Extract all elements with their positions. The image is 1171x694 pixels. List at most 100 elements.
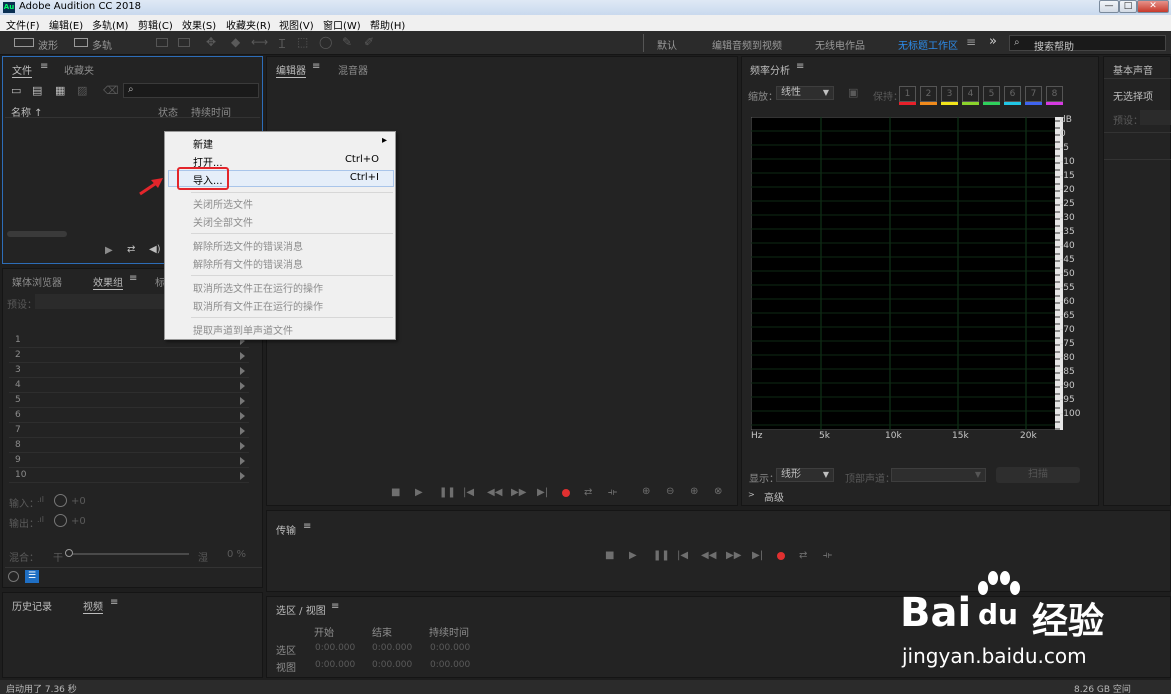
help-search-placeholder[interactable]: 搜索帮助 bbox=[1034, 38, 1074, 53]
menu-item-new[interactable]: 新建 bbox=[193, 136, 213, 151]
spectral-display-icon[interactable] bbox=[156, 38, 168, 47]
display-dropdown[interactable]: 线形 ▼ bbox=[776, 468, 834, 482]
loop-icon[interactable]: ⇄ bbox=[584, 487, 592, 498]
tab-media-browser[interactable]: 媒体浏览器 bbox=[12, 274, 62, 289]
effect-slot[interactable]: 7 bbox=[9, 425, 249, 438]
loop-icon[interactable]: ⇄ bbox=[799, 550, 807, 561]
mix-slider-handle[interactable] bbox=[65, 549, 73, 557]
delete-file-icon[interactable]: ⌫ bbox=[103, 84, 119, 97]
effects-rack-menu-icon[interactable]: ≡ bbox=[129, 273, 137, 284]
menu-view[interactable]: 视图(V) bbox=[279, 17, 314, 32]
record-icon[interactable] bbox=[777, 552, 785, 560]
menu-multitrack[interactable]: 多轨(M) bbox=[92, 17, 128, 32]
hold-channel-6-button[interactable]: 6 bbox=[1004, 86, 1021, 102]
stop-icon[interactable]: ■ bbox=[605, 550, 614, 561]
input-gain-knob[interactable] bbox=[54, 494, 67, 507]
tab-effects-rack[interactable]: 效果组 bbox=[93, 274, 123, 290]
lasso-tool-icon[interactable]: ◯ bbox=[319, 35, 332, 49]
brush-tool-icon[interactable]: ✎ bbox=[342, 35, 352, 49]
selection-start[interactable]: 0:00.000 bbox=[315, 643, 355, 653]
menu-edit[interactable]: 编辑(E) bbox=[49, 17, 83, 32]
fast-forward-icon[interactable]: ▶▶ bbox=[511, 487, 526, 498]
editor-panel-menu-icon[interactable]: ≡ bbox=[312, 61, 320, 72]
play-icon[interactable]: ▶ bbox=[105, 245, 113, 256]
power-icon[interactable] bbox=[8, 571, 19, 582]
lock-icon[interactable]: ▣ bbox=[848, 86, 858, 99]
tab-files[interactable]: 文件 bbox=[12, 62, 32, 78]
transport-panel-menu-icon[interactable]: ≡ bbox=[303, 521, 311, 532]
horizontal-scrollbar[interactable] bbox=[7, 231, 67, 237]
effect-slot[interactable]: 10 bbox=[9, 470, 249, 483]
tab-history[interactable]: 历史记录 bbox=[12, 598, 52, 613]
open-file-icon[interactable]: ▭ bbox=[11, 84, 21, 97]
waveform-button[interactable]: 波形 bbox=[38, 37, 58, 52]
razor-tool-icon[interactable]: ◆ bbox=[231, 35, 240, 49]
effect-slot[interactable]: 3 bbox=[9, 365, 249, 378]
top-channel-dropdown[interactable]: ▼ bbox=[891, 468, 986, 482]
zoom-out-full-icon[interactable]: ⊗ bbox=[714, 486, 722, 497]
new-file-icon[interactable]: ▦ bbox=[55, 84, 65, 97]
hold-channel-1-button[interactable]: 1 bbox=[899, 86, 916, 102]
scale-dropdown[interactable]: 线性 ▼ bbox=[776, 86, 834, 100]
selection-duration[interactable]: 0:00.000 bbox=[430, 643, 470, 653]
menu-clip[interactable]: 剪辑(C) bbox=[138, 17, 173, 32]
selection-panel-menu-icon[interactable]: ≡ bbox=[331, 601, 339, 612]
help-search-box[interactable]: ⌕ 搜索帮助 bbox=[1009, 35, 1166, 53]
move-tool-icon[interactable]: ✥ bbox=[206, 35, 216, 49]
tab-mixer[interactable]: 混音器 bbox=[338, 62, 368, 77]
zoom-in-amplitude-icon[interactable]: ⊕ bbox=[642, 486, 650, 497]
pause-icon[interactable]: ❚❚ bbox=[439, 487, 456, 498]
workspace-radio-production[interactable]: 无线电作品 bbox=[815, 37, 865, 52]
pitch-display-icon[interactable] bbox=[178, 38, 190, 47]
output-gain-knob[interactable] bbox=[54, 514, 67, 527]
tab-favorites[interactable]: 收藏夹 bbox=[64, 62, 94, 77]
view-end[interactable]: 0:00.000 bbox=[372, 660, 412, 670]
minimize-button[interactable]: — bbox=[1099, 0, 1119, 13]
maximize-button[interactable]: □ bbox=[1119, 0, 1137, 13]
hold-channel-3-button[interactable]: 3 bbox=[941, 86, 958, 102]
autoplay-icon[interactable]: ◀) bbox=[149, 244, 161, 255]
effect-slot[interactable]: 9 bbox=[9, 455, 249, 468]
view-start[interactable]: 0:00.000 bbox=[315, 660, 355, 670]
effects-list-icon[interactable]: ☰ bbox=[25, 570, 39, 583]
import-file-icon[interactable]: ▤ bbox=[32, 84, 42, 97]
record-icon[interactable] bbox=[562, 489, 570, 497]
menu-help[interactable]: 帮助(H) bbox=[370, 17, 405, 32]
tab-editor[interactable]: 编辑器 bbox=[276, 62, 306, 78]
files-panel-menu-icon[interactable]: ≡ bbox=[40, 61, 48, 72]
mix-slider-track[interactable] bbox=[67, 553, 189, 555]
workspace-default[interactable]: 默认 bbox=[657, 37, 677, 52]
more-workspaces-icon[interactable]: » bbox=[989, 34, 997, 49]
play-icon[interactable]: ▶ bbox=[415, 487, 423, 498]
skip-to-start-icon[interactable]: |◀ bbox=[677, 550, 688, 561]
zoom-out-amplitude-icon[interactable]: ⊖ bbox=[666, 486, 674, 497]
workspace-edit-audio-to-video[interactable]: 编辑音频到视频 bbox=[712, 37, 782, 52]
hold-channel-4-button[interactable]: 4 bbox=[962, 86, 979, 102]
effect-slot[interactable]: 5 bbox=[9, 395, 249, 408]
hold-channel-5-button[interactable]: 5 bbox=[983, 86, 1000, 102]
selection-end[interactable]: 0:00.000 bbox=[372, 643, 412, 653]
slip-tool-icon[interactable]: ⟷ bbox=[251, 35, 268, 49]
spot-healing-tool-icon[interactable]: ✐ bbox=[364, 35, 374, 49]
loop-icon[interactable]: ⇄ bbox=[127, 244, 135, 255]
video-panel-menu-icon[interactable]: ≡ bbox=[110, 597, 118, 608]
time-selection-tool-icon[interactable]: Ｉ bbox=[276, 35, 288, 52]
scan-button[interactable]: 扫描 bbox=[996, 467, 1080, 483]
effect-slot[interactable]: 4 bbox=[9, 380, 249, 393]
skip-selection-icon[interactable]: ⟛ bbox=[608, 487, 617, 498]
play-icon[interactable]: ▶ bbox=[629, 550, 637, 561]
menu-favorites[interactable]: 收藏夹(R) bbox=[226, 17, 271, 32]
preset-dropdown[interactable] bbox=[1140, 110, 1171, 125]
multitrack-button[interactable]: 多轨 bbox=[92, 37, 112, 52]
effect-slot[interactable]: 2 bbox=[9, 350, 249, 363]
effect-slot[interactable]: 6 bbox=[9, 410, 249, 423]
zoom-in-time-icon[interactable]: ⊕ bbox=[690, 486, 698, 497]
workspace-untitled[interactable]: 无标题工作区 bbox=[898, 37, 958, 52]
skip-to-end-icon[interactable]: ▶| bbox=[537, 487, 548, 498]
workspace-menu-icon[interactable]: ≡ bbox=[966, 36, 978, 49]
hold-channel-7-button[interactable]: 7 bbox=[1025, 86, 1042, 102]
menu-file[interactable]: 文件(F) bbox=[6, 17, 40, 32]
close-button[interactable]: ✕ bbox=[1137, 0, 1169, 13]
skip-to-start-icon[interactable]: |◀ bbox=[463, 487, 474, 498]
advanced-toggle[interactable]: 高级 bbox=[764, 489, 784, 504]
